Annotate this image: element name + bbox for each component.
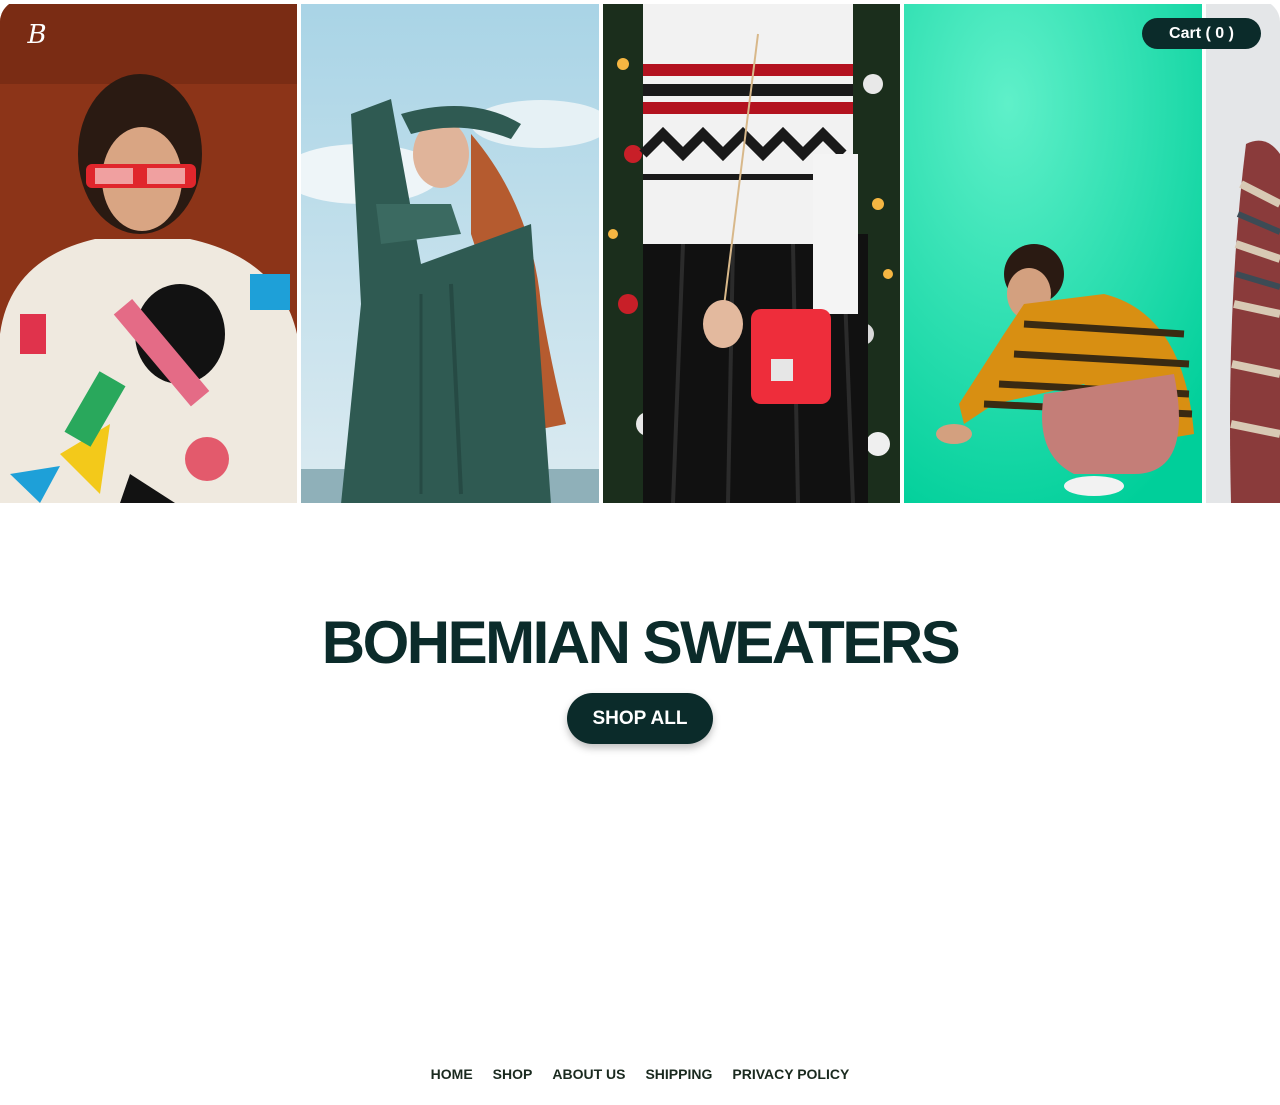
hero-title: BOHEMIAN SWEATERS [321,609,961,676]
cart-button[interactable]: Cart ( 0 ) [1142,18,1261,49]
gallery-photo-5[interactable] [1206,4,1280,503]
photo-3-image [603,4,900,503]
gallery-photo-3[interactable] [603,4,900,503]
footer-link-home[interactable]: HOME [431,1064,473,1084]
hero-gallery [0,4,1280,503]
brand-logo-letter: B [27,20,47,50]
footer-link-shop[interactable]: SHOP [493,1064,533,1084]
footer-link-shipping[interactable]: SHIPPING [645,1064,712,1084]
photo-2-image [301,4,599,503]
footer-link-about-us[interactable]: ABOUT US [552,1064,625,1084]
gallery-photo-1[interactable] [0,4,297,503]
shop-all-button[interactable]: SHOP ALL [567,693,713,744]
footer-nav: HOME SHOP ABOUT US SHIPPING PRIVACY POLI… [0,1064,1280,1084]
photo-4-image [904,4,1202,503]
brand-logo[interactable]: B [20,18,54,52]
footer-link-privacy-policy[interactable]: PRIVACY POLICY [732,1064,849,1084]
gallery-photo-4[interactable] [904,4,1202,503]
photo-5-image [1206,4,1280,503]
page: B Cart ( 0 ) BOHEMIAN SWEATERS SHOP ALL … [0,0,1280,1105]
photo-1-image [0,4,297,503]
gallery-photo-2[interactable] [301,4,599,503]
